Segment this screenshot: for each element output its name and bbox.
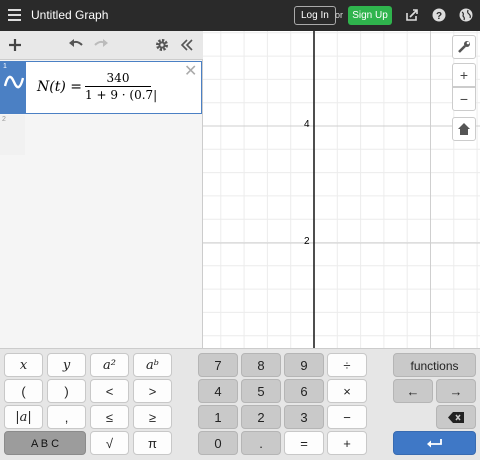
signup-button[interactable]: Sign Up (348, 6, 392, 25)
key-1[interactable]: 1 (198, 405, 238, 429)
key-6[interactable]: 6 (284, 379, 324, 403)
graph-paper[interactable]: 4 2 (203, 31, 480, 348)
key-abc[interactable]: A B C (4, 431, 86, 455)
key-close-paren[interactable]: ) (47, 379, 86, 403)
settings-icon[interactable] (155, 38, 169, 52)
key-x[interactable]: x (4, 353, 43, 377)
home-icon (458, 123, 470, 135)
expression-row-empty[interactable]: 2 (0, 115, 25, 155)
key-abs[interactable]: |a| (4, 405, 43, 429)
y-tick-label: 2 (304, 236, 310, 247)
backspace-icon (448, 412, 464, 423)
svg-text:?: ? (436, 11, 442, 22)
enter-icon (426, 439, 442, 448)
expression-index: 1 (3, 63, 7, 70)
zoom-in-button[interactable]: + (452, 63, 476, 87)
fraction-denominator: 1 + 9 · (0.7| (85, 88, 158, 102)
key-equals[interactable]: = (284, 431, 324, 455)
key-2[interactable]: 2 (241, 405, 281, 429)
expression-list: 1 N(t) = 340 1 + 9 · (0.7| ✕ 2 (0, 31, 203, 380)
expression-row[interactable]: 1 N(t) = 340 1 + 9 · (0.7| ✕ (0, 61, 202, 114)
fraction-numerator: 340 (106, 71, 130, 85)
key-y[interactable]: y (47, 353, 86, 377)
key-plus[interactable]: + (327, 431, 367, 455)
key-decimal[interactable]: . (241, 431, 281, 455)
add-icon[interactable] (8, 38, 22, 52)
left-arrow-key[interactable]: ← (393, 379, 433, 403)
key-sqrt[interactable]: √ (90, 431, 129, 455)
wrench-icon (458, 41, 470, 53)
collapse-icon[interactable] (180, 38, 194, 52)
key-multiply[interactable]: × (327, 379, 367, 403)
key-9[interactable]: 9 (284, 353, 324, 377)
key-8[interactable]: 8 (241, 353, 281, 377)
key-less-than[interactable]: < (90, 379, 129, 403)
key-comma[interactable]: , (47, 405, 86, 429)
key-minus[interactable]: − (327, 405, 367, 429)
zoom-out-button[interactable]: − (452, 87, 476, 111)
expression-fraction: 340 1 + 9 · (0.7| (85, 71, 158, 102)
key-3[interactable]: 3 (284, 405, 324, 429)
key-divide[interactable]: ÷ (327, 353, 367, 377)
key-7[interactable]: 7 (198, 353, 238, 377)
wave-icon[interactable] (4, 74, 24, 90)
key-greater-equal[interactable]: ≥ (133, 405, 172, 429)
key-0[interactable]: 0 (198, 431, 238, 455)
menu-icon[interactable] (8, 9, 21, 21)
backspace-key[interactable] (436, 405, 476, 429)
key-4[interactable]: 4 (198, 379, 238, 403)
graph-title[interactable]: Untitled Graph (31, 8, 108, 22)
key-open-paren[interactable]: ( (4, 379, 43, 403)
expression-color-tab[interactable]: 1 (1, 62, 26, 113)
globe-icon[interactable] (459, 8, 473, 22)
fraction-bar (85, 86, 151, 87)
y-tick-label: 4 (304, 119, 310, 130)
key-power[interactable]: aᵇ (133, 353, 172, 377)
key-5[interactable]: 5 (241, 379, 281, 403)
functions-button[interactable]: functions (393, 353, 476, 377)
math-keypad: x y a² aᵇ ( ) < > |a| , ≤ ≥ A B C √ π 7 … (0, 348, 480, 460)
key-pi[interactable]: π (133, 431, 172, 455)
expression-toolbar (0, 31, 203, 60)
key-less-equal[interactable]: ≤ (90, 405, 129, 429)
or-label: or (335, 10, 344, 20)
expression-lhs: N(t) = (37, 79, 82, 95)
zoom-default-button[interactable] (452, 117, 476, 141)
right-arrow-key[interactable]: → (436, 379, 476, 403)
help-icon[interactable]: ? (432, 8, 446, 22)
top-bar: Untitled Graph Log In or Sign Up ? (0, 0, 480, 31)
delete-expression-icon[interactable]: ✕ (184, 64, 197, 80)
redo-icon[interactable] (93, 38, 109, 52)
grid (203, 31, 480, 348)
key-squared[interactable]: a² (90, 353, 129, 377)
graph-settings-button[interactable] (452, 35, 476, 59)
undo-icon[interactable] (68, 38, 84, 52)
key-greater-than[interactable]: > (133, 379, 172, 403)
login-button[interactable]: Log In (294, 6, 336, 25)
enter-key[interactable] (393, 431, 476, 455)
expression-index: 2 (2, 116, 6, 123)
share-icon[interactable] (405, 8, 419, 22)
